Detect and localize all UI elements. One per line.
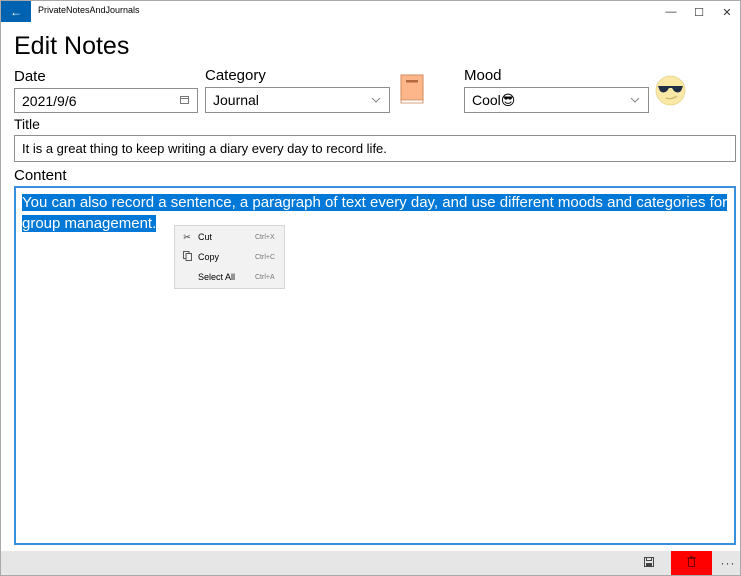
app-title: PrivateNotesAndJournals bbox=[38, 5, 140, 15]
title-bar: ← PrivateNotesAndJournals — ☐ ✕ bbox=[1, 1, 740, 31]
title-label: Title bbox=[14, 116, 40, 132]
context-menu: ✂ Cut Ctrl+X Copy Ctrl+C Select All Ctrl… bbox=[174, 225, 285, 289]
context-menu-cut[interactable]: ✂ Cut Ctrl+X bbox=[175, 227, 284, 247]
save-button[interactable] bbox=[637, 551, 661, 575]
content-label: Content bbox=[14, 167, 67, 184]
date-picker[interactable]: 2021/9/6 bbox=[14, 88, 198, 113]
page-title: Edit Notes bbox=[14, 32, 130, 60]
mood-label: Mood bbox=[464, 67, 502, 84]
context-menu-select-all[interactable]: Select All Ctrl+A bbox=[175, 267, 284, 287]
chevron-down-icon bbox=[371, 95, 381, 105]
category-value: Journal bbox=[213, 92, 259, 108]
mood-value: Cool😎 bbox=[472, 91, 516, 108]
category-label: Category bbox=[205, 67, 266, 84]
selected-text: You can also record a sentence, a paragr… bbox=[22, 194, 728, 232]
content-textarea[interactable]: You can also record a sentence, a paragr… bbox=[14, 186, 736, 545]
book-icon bbox=[400, 74, 424, 104]
sunglasses-face-icon bbox=[655, 75, 686, 106]
close-button[interactable]: ✕ bbox=[710, 1, 741, 23]
app-window: ← PrivateNotesAndJournals — ☐ ✕ Edit Not… bbox=[0, 0, 741, 576]
copy-icon bbox=[182, 251, 192, 263]
chevron-down-icon bbox=[630, 95, 640, 105]
back-button[interactable]: ← bbox=[1, 1, 31, 22]
mood-dropdown[interactable]: Cool😎 bbox=[464, 87, 649, 113]
calendar-icon bbox=[180, 95, 189, 106]
command-bar: ··· bbox=[1, 551, 740, 575]
delete-icon bbox=[687, 554, 696, 572]
save-icon bbox=[644, 556, 654, 570]
delete-button[interactable] bbox=[671, 551, 712, 575]
more-button[interactable]: ··· bbox=[716, 551, 740, 575]
context-menu-copy[interactable]: Copy Ctrl+C bbox=[175, 247, 284, 267]
category-dropdown[interactable]: Journal bbox=[205, 87, 390, 113]
title-input[interactable]: It is a great thing to keep writing a di… bbox=[14, 135, 736, 162]
scissors-icon: ✂ bbox=[183, 231, 191, 242]
date-label: Date bbox=[14, 68, 46, 85]
arrow-left-icon: ← bbox=[10, 4, 22, 19]
date-value: 2021/9/6 bbox=[22, 92, 77, 109]
